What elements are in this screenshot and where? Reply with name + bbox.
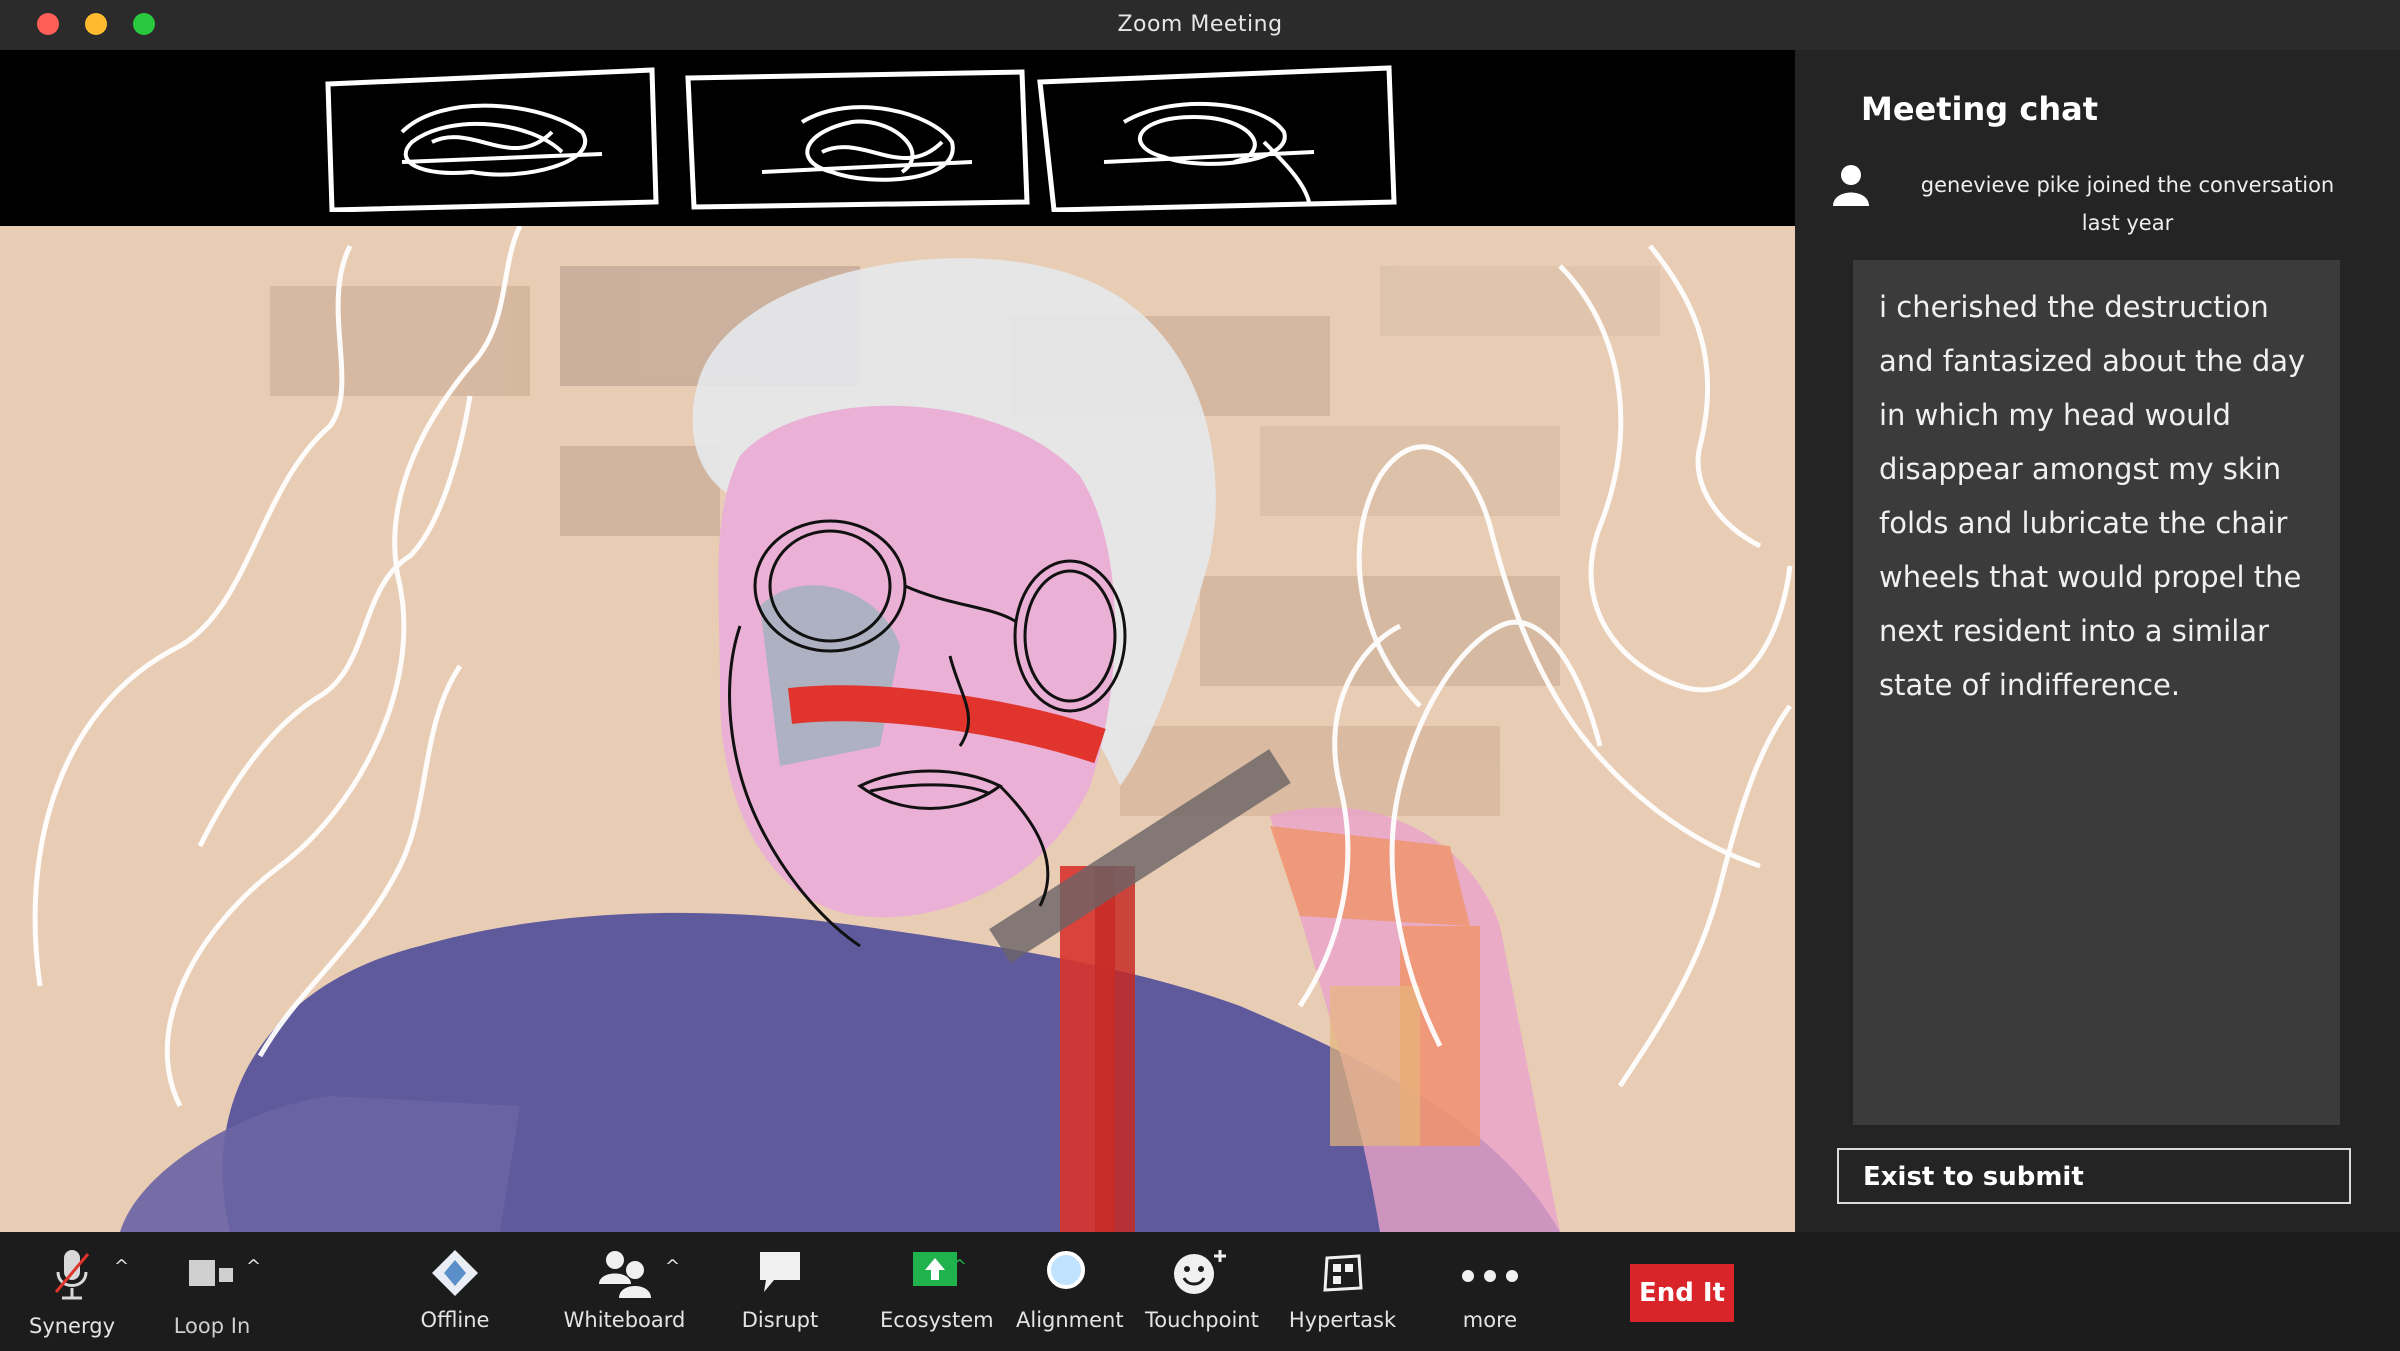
offline-button[interactable]: Offline [405, 1232, 505, 1351]
diamond-icon [432, 1250, 478, 1296]
user-avatar-icon [1833, 165, 1869, 206]
audio-options-caret[interactable]: ^ [114, 1256, 129, 1277]
hypertask-label: Hypertask [1288, 1308, 1397, 1332]
touchpoint-button[interactable]: Touchpoint [1145, 1232, 1259, 1351]
circle-icon [1047, 1251, 1085, 1289]
whiteboard-button[interactable]: Whiteboard [562, 1232, 687, 1351]
smiley-plus-icon [1174, 1250, 1226, 1294]
participant-thumbnail-3[interactable] [1034, 62, 1404, 212]
participants-options-caret[interactable]: ^ [665, 1256, 680, 1277]
participant-thumbnail-2[interactable] [682, 62, 1032, 212]
end-meeting-button[interactable]: End It [1630, 1264, 1734, 1322]
more-dots-icon [1462, 1270, 1518, 1282]
hypertask-button[interactable]: Hypertask [1280, 1232, 1405, 1351]
chat-input[interactable]: Exist to submit [1837, 1148, 2351, 1204]
chat-title: Meeting chat [1861, 90, 2098, 128]
ecosystem-label: Ecosystem [880, 1308, 994, 1332]
disrupt-label: Disrupt [741, 1308, 819, 1332]
loop-in-label: Loop In [173, 1314, 251, 1338]
window-titlebar: Zoom Meeting [0, 0, 2400, 51]
microphone-muted-icon [54, 1250, 90, 1300]
disrupt-button[interactable]: Disrupt [730, 1232, 830, 1351]
join-line: genevieve pike joined the conversation [1920, 173, 2335, 197]
window-title: Zoom Meeting [1117, 12, 1283, 37]
whiteboard-label: Whiteboard [563, 1308, 686, 1332]
chat-input-placeholder: Exist to submit [1863, 1162, 2084, 1192]
participant-thumbnail-1[interactable] [322, 62, 662, 212]
synergy-label: Synergy [28, 1314, 115, 1338]
alignment-button[interactable]: Alignment [1016, 1232, 1124, 1351]
chat-sidebar: Meeting chat genevieve pike joined the c… [1795, 50, 2400, 1232]
loop-in-button[interactable]: Loop In [162, 1232, 262, 1351]
ecosystem-button[interactable]: Ecosystem [880, 1232, 994, 1351]
more-label: more [1462, 1308, 1518, 1332]
participant-thumbnails [0, 50, 1795, 226]
participants-icon [598, 1251, 651, 1298]
video-camera-icon [189, 1260, 233, 1286]
join-time: last year [2081, 211, 2174, 235]
video-area [0, 50, 1795, 1232]
join-text: genevieve pike joined the conversation l… [1875, 166, 2380, 242]
video-options-caret[interactable]: ^ [246, 1256, 261, 1277]
main-video-feed [0, 226, 1795, 1232]
touchpoint-label: Touchpoint [1145, 1308, 1259, 1332]
speech-bubble-icon [760, 1252, 800, 1292]
alignment-label: Alignment [1016, 1308, 1124, 1332]
share-options-caret[interactable]: ^ [952, 1256, 967, 1277]
offline-label: Offline [420, 1308, 490, 1332]
chat-message: i cherished the destruction and fantasiz… [1853, 260, 2340, 1125]
apps-icon [1322, 1254, 1363, 1292]
more-button[interactable]: more [1440, 1232, 1540, 1351]
synergy-button[interactable]: Synergy [22, 1232, 122, 1351]
meeting-toolbar: Synergy ^ Loop In ^ Offline Whiteboard ^… [0, 1232, 2400, 1351]
chat-message-text: i cherished the destruction and fantasiz… [1879, 290, 2306, 702]
